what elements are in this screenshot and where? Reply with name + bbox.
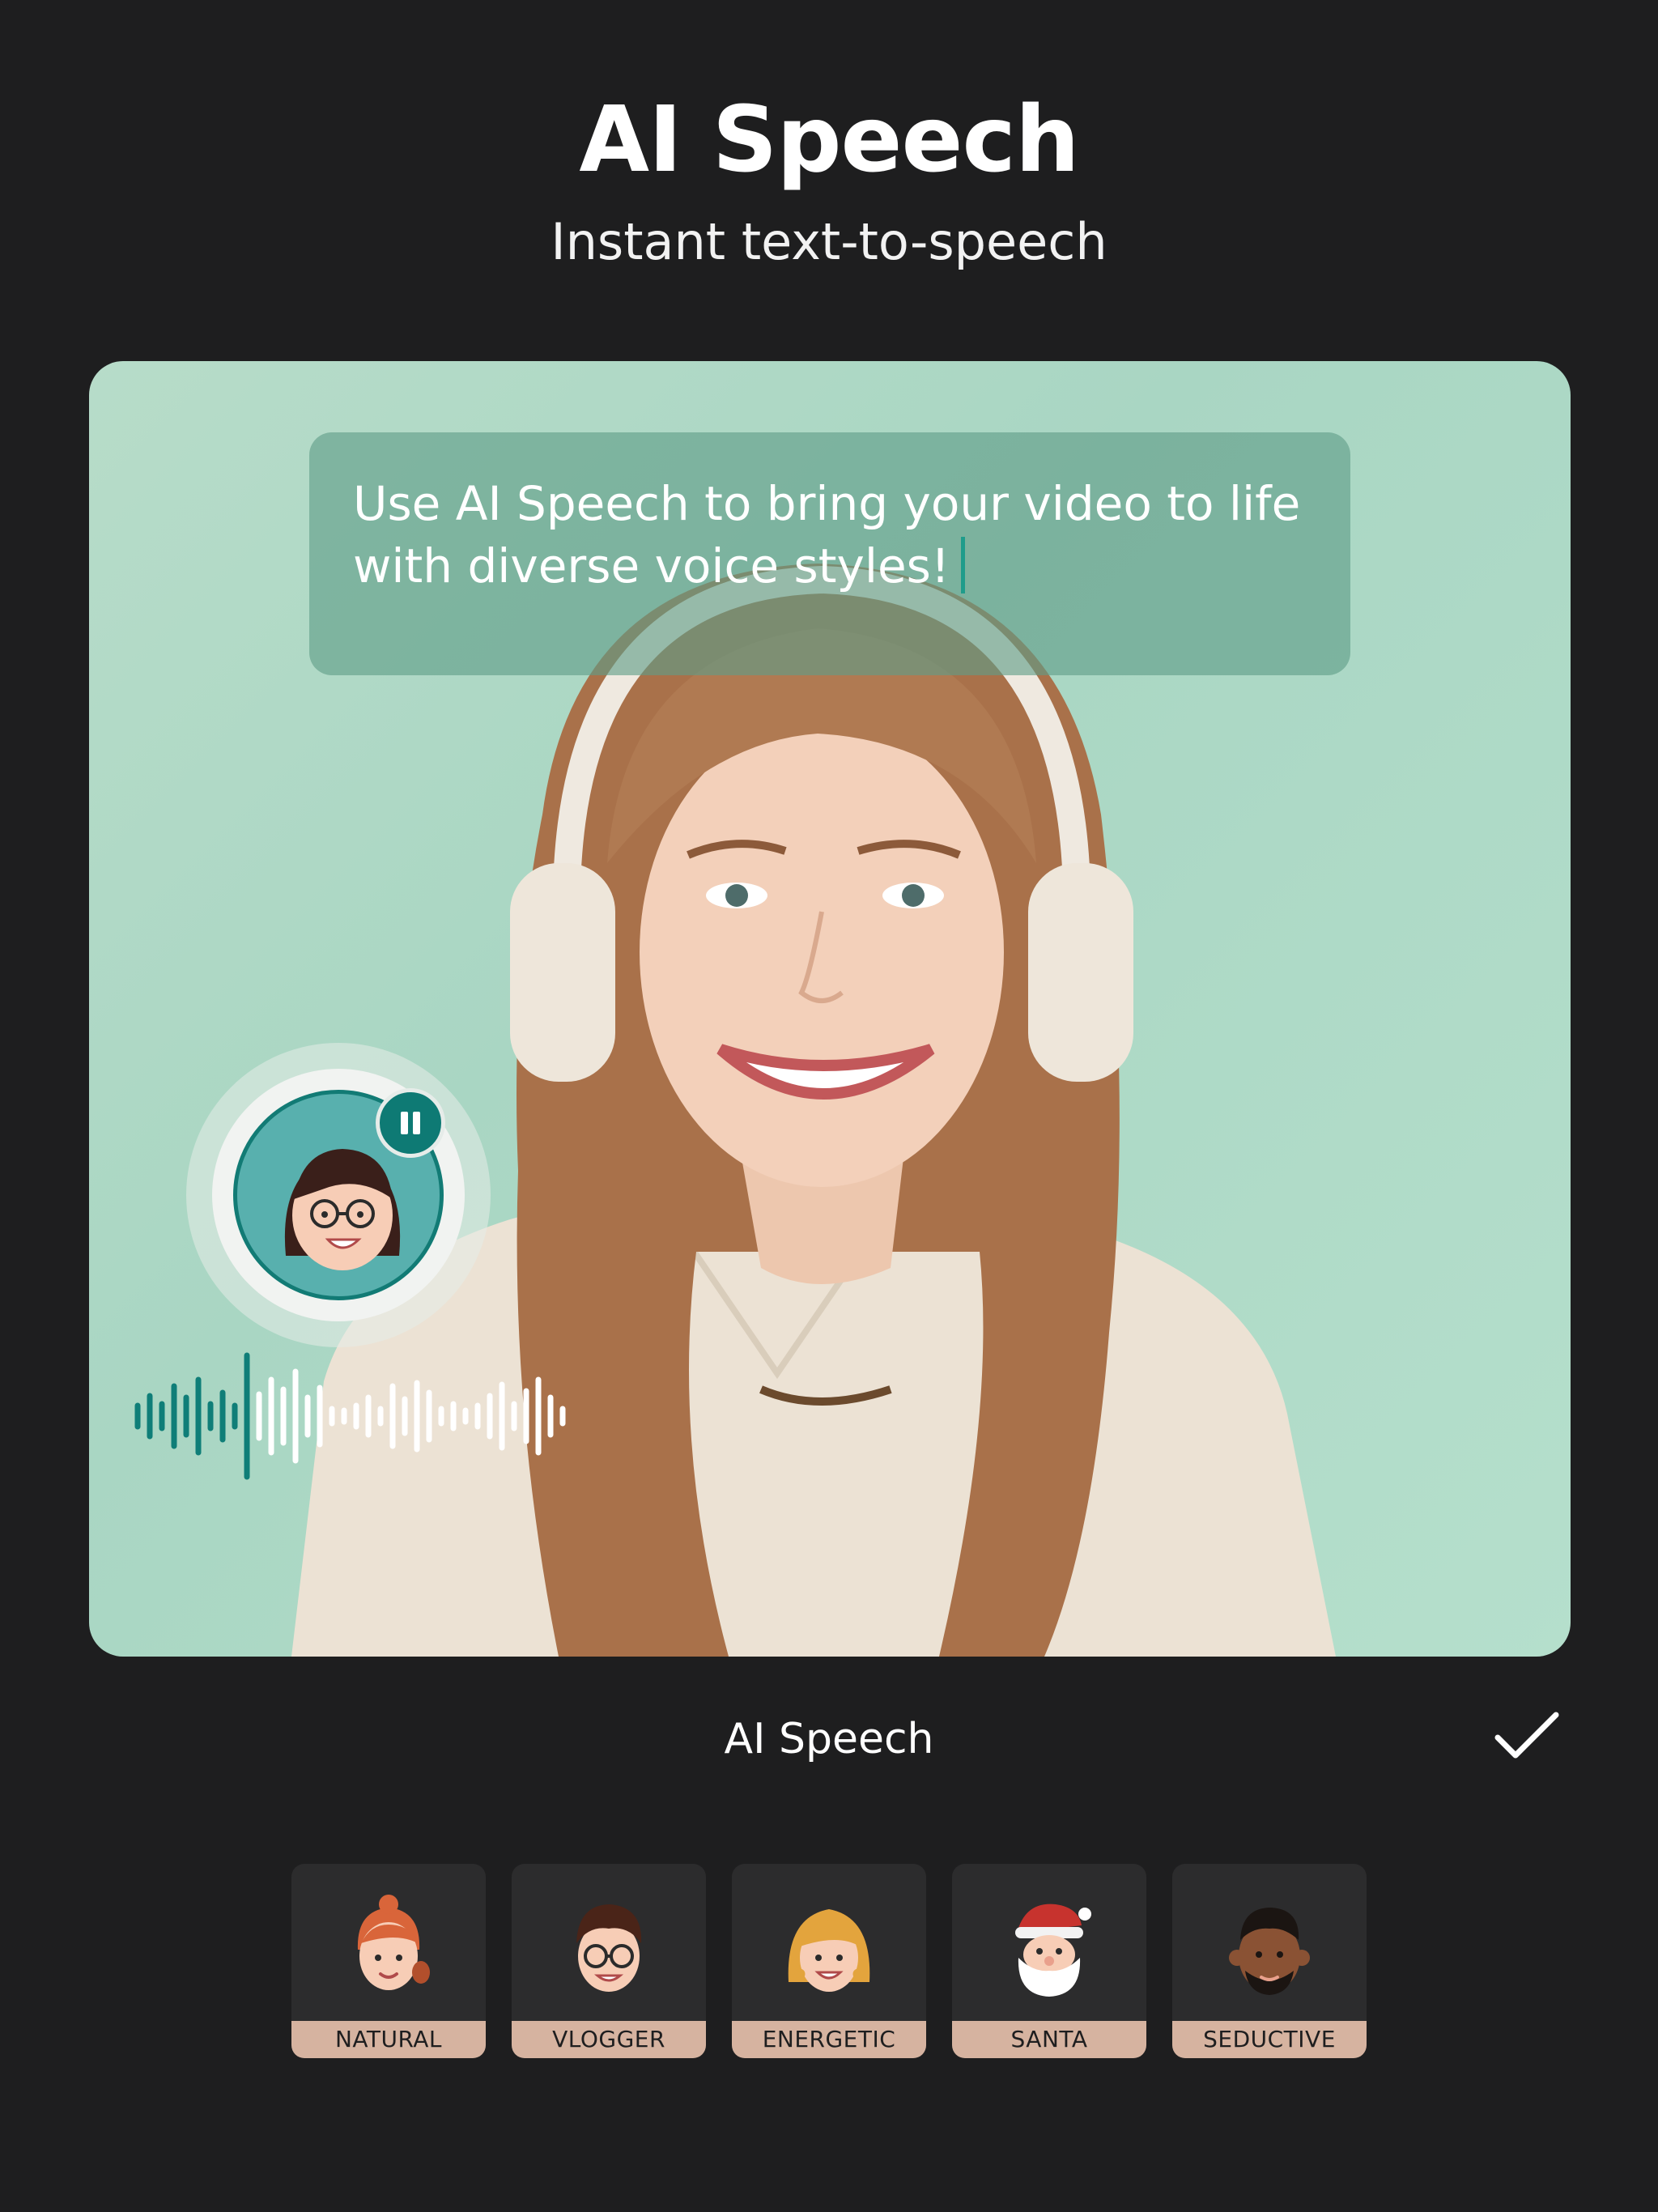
page-title: AI Speech — [579, 87, 1079, 193]
voice-option-energetic[interactable]: ENERGETIC — [732, 1864, 926, 2058]
energetic-voice-icon — [788, 1909, 870, 1992]
preview-panel: Use AI Speech to bring your video to lif… — [89, 361, 1571, 1657]
vlogger-voice-icon — [576, 1904, 642, 1992]
voice-style-list: NATURAL VLOGGER ENERGETIC SANTA SEDUCTIV… — [291, 1864, 1367, 2058]
panel-title: AI Speech — [724, 1715, 934, 1763]
pause-button[interactable] — [376, 1088, 445, 1158]
natural-voice-icon — [357, 1895, 430, 1990]
audio-waveform — [134, 1352, 566, 1480]
confirm-button[interactable] — [1493, 1708, 1561, 1763]
santa-voice-icon — [1015, 1904, 1091, 1997]
voice-option-santa[interactable]: SANTA — [952, 1864, 1146, 2058]
voice-label: SEDUCTIVE — [1172, 2021, 1367, 2058]
pause-icon — [401, 1112, 420, 1134]
voice-avatar-badge — [186, 1043, 491, 1347]
checkmark-icon — [1494, 1712, 1559, 1759]
voice-option-vlogger[interactable]: VLOGGER — [512, 1864, 706, 2058]
speech-text: Use AI Speech to bring your video to lif… — [353, 476, 1301, 593]
text-cursor — [961, 537, 966, 593]
voice-label: VLOGGER — [512, 2021, 706, 2058]
text-input-bubble[interactable]: Use AI Speech to bring your video to lif… — [309, 432, 1350, 675]
voice-label: ENERGETIC — [732, 2021, 926, 2058]
voice-option-natural[interactable]: NATURAL — [291, 1864, 486, 2058]
page-subtitle: Instant text-to-speech — [551, 212, 1107, 271]
seductive-voice-icon — [1229, 1908, 1310, 1995]
voice-option-seductive[interactable]: SEDUCTIVE — [1172, 1864, 1367, 2058]
voice-label: NATURAL — [291, 2021, 486, 2058]
voice-label: SANTA — [952, 2021, 1146, 2058]
